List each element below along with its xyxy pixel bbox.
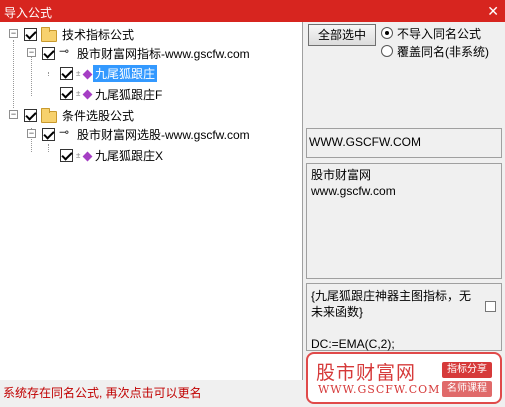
preview-checkbox[interactable] [485, 301, 496, 312]
tree-connector [48, 72, 49, 76]
tree-item-label-selected[interactable]: 九尾狐跟庄 [93, 65, 158, 82]
group-checkbox[interactable] [24, 109, 37, 122]
collapse-icon[interactable]: − [9, 29, 18, 38]
formula-icon [82, 69, 93, 80]
formula-code-line: DC:=EMA(C,2); [311, 337, 395, 351]
tree-group-label[interactable]: 条件选股公式 [62, 107, 134, 124]
radio-overwrite[interactable] [381, 45, 393, 57]
formula-name-text: WWW.GSCFW.COM [309, 135, 421, 149]
formula-tree[interactable]: − 技术指标公式 − ⊸ 股市财富网指标-www.gscfw.com ± 九尾狐… [0, 22, 303, 380]
formula-tag-icon: ± [76, 89, 81, 98]
item-checkbox[interactable] [60, 67, 73, 80]
formula-icon [82, 151, 93, 162]
formula-name-box: WWW.GSCFW.COM [306, 128, 502, 158]
tree-connector [31, 52, 32, 96]
description-line: www.gscfw.com [311, 184, 396, 198]
formula-comment-line: {九尾狐跟庄神器主图指标，无 [311, 289, 472, 303]
watermark-url: WWW.GSCFW.COM [318, 383, 441, 396]
radio-skip-duplicates[interactable] [381, 27, 393, 39]
status-message: 系统存在同名公式, 再次点击可以更名 [3, 386, 202, 400]
formula-tag-icon: ± [76, 151, 81, 160]
title-bar: 导入公式 ✕ [0, 0, 505, 22]
window-title: 导入公式 [4, 6, 53, 20]
tree-group-label[interactable]: 技术指标公式 [62, 26, 134, 43]
description-line: 股市财富网 [311, 168, 372, 182]
description-box[interactable]: 股市财富网 www.gscfw.com [306, 163, 502, 279]
key-icon: ⊸ [59, 44, 70, 58]
collapse-icon[interactable]: − [27, 129, 36, 138]
formula-icon [82, 89, 93, 100]
item-checkbox[interactable] [42, 128, 55, 141]
collapse-icon[interactable]: − [9, 110, 18, 119]
group-checkbox[interactable] [24, 28, 37, 41]
watermark-tag: 指标分享 [442, 362, 492, 378]
formula-comment-line: 未来函数} [311, 305, 364, 319]
key-icon: ⊸ [59, 125, 70, 139]
watermark-logo: 股市财富网 WWW.GSCFW.COM 指标分享 名师课程 [306, 352, 502, 404]
tree-connector [48, 144, 49, 152]
watermark-name: 股市财富网 [316, 362, 417, 384]
select-all-button[interactable]: 全部选中 [308, 24, 376, 46]
tree-item-label[interactable]: 九尾狐跟庄F [95, 86, 162, 103]
tree-item-label[interactable]: 股市财富网选股-www.gscfw.com [77, 126, 250, 143]
tree-connector [13, 40, 14, 108]
formula-tag-icon: ± [76, 69, 81, 78]
collapse-icon[interactable]: − [27, 48, 36, 57]
watermark-tag: 名师课程 [442, 381, 492, 397]
tree-item-label[interactable]: 九尾狐跟庄X [95, 147, 163, 164]
radio-overwrite-label[interactable]: 覆盖同名(非系统) [397, 43, 489, 60]
item-checkbox[interactable] [60, 149, 73, 162]
folder-icon [41, 108, 57, 123]
formula-preview-box[interactable]: {九尾狐跟庄神器主图指标，无 未来函数} DC:=EMA(C,2); [306, 283, 502, 351]
item-checkbox[interactable] [42, 47, 55, 60]
close-icon[interactable]: ✕ [487, 2, 499, 20]
radio-skip-label[interactable]: 不导入同名公式 [397, 25, 481, 42]
folder-icon [41, 27, 57, 42]
tree-item-label[interactable]: 股市财富网指标-www.gscfw.com [77, 45, 250, 62]
item-checkbox[interactable] [60, 87, 73, 100]
